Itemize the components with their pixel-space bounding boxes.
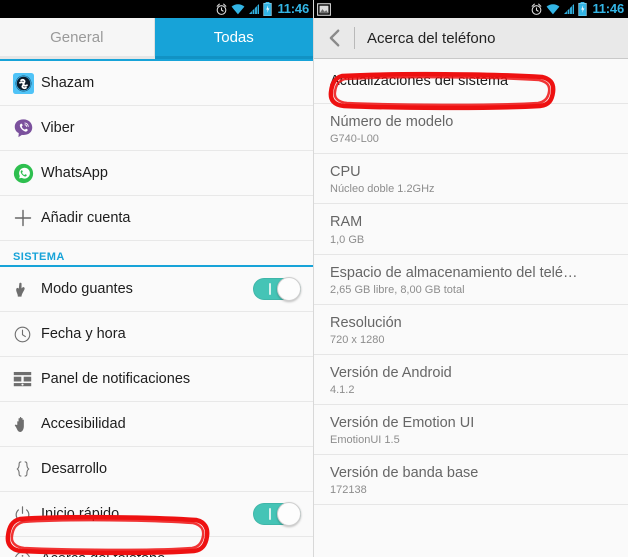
whatsapp-icon (13, 163, 41, 184)
info-row-version-banda-base[interactable]: Versión de banda base 172138 (314, 455, 628, 506)
info-row-value: 720 x 1280 (330, 333, 385, 346)
right-status-right-icons: 11:46 (530, 0, 624, 18)
list-item-label: WhatsApp (41, 165, 108, 181)
viber-icon (13, 118, 41, 139)
right-status-left-icons (317, 2, 331, 16)
info-row-title: Número de modelo (330, 114, 454, 131)
info-row-modelo[interactable]: Número de modelo G740-L00 (314, 104, 628, 155)
section-header-sistema: SISTEMA (0, 241, 313, 267)
info-row-value: 4.1.2 (330, 383, 355, 396)
toggle-bar (269, 508, 271, 520)
wifi-icon (547, 4, 560, 15)
signal-icon (564, 4, 575, 14)
tab-todas-label: Todas (213, 28, 254, 46)
info-row-value: 2,65 GB libre, 8,00 GB total (330, 283, 465, 296)
info-row-title: Resolución (330, 314, 402, 331)
signal-icon (249, 4, 260, 14)
battery-icon (578, 2, 588, 16)
list-item-accesibilidad[interactable]: Accesibilidad (0, 402, 313, 447)
list-item-label: Añadir cuenta (41, 210, 131, 226)
list-item-add-account[interactable]: Añadir cuenta (0, 196, 313, 241)
left-phone-screen: 11:46 General Todas Shazam Viber WhatsAp… (0, 0, 314, 557)
settings-tab-bar: General Todas (0, 18, 313, 59)
info-row-almacenamiento[interactable]: Espacio de almacenamiento del telé… 2,65… (314, 254, 628, 305)
list-item-label: Panel de notificaciones (41, 371, 191, 387)
info-icon (13, 550, 41, 557)
info-row-version-android[interactable]: Versión de Android 4.1.2 (314, 354, 628, 405)
info-row-ram[interactable]: RAM 1,0 GB (314, 204, 628, 255)
tab-general-label: General (50, 28, 104, 46)
list-item-title: Actualizaciones del sistema (330, 73, 509, 89)
list-item-actualizaciones-del-sistema[interactable]: Actualizaciones del sistema (314, 59, 628, 105)
info-row-version-emotion-ui[interactable]: Versión de Emotion UI EmotionUI 1.5 (314, 404, 628, 455)
settings-list: Shazam Viber WhatsApp Añadir cuenta SIST… (0, 61, 313, 557)
info-row-resolucion[interactable]: Resolución 720 x 1280 (314, 304, 628, 355)
wifi-icon (232, 4, 245, 15)
info-row-cpu[interactable]: CPU Núcleo doble 1.2GHz (314, 154, 628, 205)
toggle-modo-guantes[interactable] (253, 277, 301, 301)
clock-icon (13, 325, 41, 344)
list-item-viber[interactable]: Viber (0, 106, 313, 151)
info-row-value: 172138 (330, 484, 367, 497)
right-status-time: 11:46 (592, 1, 624, 16)
list-item-desarrollo[interactable]: Desarrollo (0, 447, 313, 492)
tab-todas[interactable]: Todas (154, 18, 313, 59)
list-item-label: Modo guantes (41, 281, 133, 297)
right-status-bar: 11:46 (314, 0, 628, 18)
list-item-label: Viber (41, 120, 75, 136)
toggle-knob (277, 277, 301, 301)
list-item-label: Inicio rápido (41, 506, 120, 522)
hand-icon (13, 415, 41, 434)
about-phone-list: Actualizaciones del sistema Número de mo… (314, 59, 628, 506)
left-status-right-icons: 11:46 (215, 0, 309, 18)
power-icon (13, 505, 41, 524)
dual-screenshot-container: 11:46 General Todas Shazam Viber WhatsAp… (0, 0, 628, 557)
list-item-acerca-del-telefono[interactable]: Acerca del teléfono (0, 537, 313, 557)
toggle-inicio-rapido[interactable] (253, 502, 301, 526)
list-item-label: Accesibilidad (41, 416, 126, 432)
toggle-knob (277, 502, 301, 526)
list-item-label: Shazam (41, 75, 95, 91)
page-title: Acerca del teléfono (367, 29, 496, 47)
info-row-value: 1,0 GB (330, 233, 365, 246)
action-bar: Acerca del teléfono (314, 18, 628, 59)
list-item-label: Fecha y hora (41, 326, 126, 342)
left-status-time: 11:46 (277, 1, 309, 16)
alarm-icon (217, 3, 227, 15)
info-row-title: Espacio de almacenamiento del telé… (330, 264, 578, 281)
list-item-label: Acerca del teléfono (41, 551, 301, 557)
screenshot-icon (317, 2, 331, 16)
list-item-whatsapp[interactable]: WhatsApp (0, 151, 313, 196)
info-row-title: Versión de Android (330, 364, 452, 381)
list-item-inicio-rapido[interactable]: Inicio rápido (0, 492, 313, 537)
back-chevron-icon[interactable] (324, 27, 346, 49)
info-row-title: Versión de Emotion UI (330, 414, 475, 431)
list-item-shazam[interactable]: Shazam (0, 61, 313, 106)
glove-icon (13, 280, 41, 299)
battery-icon (263, 2, 273, 16)
shazam-icon (13, 72, 41, 94)
section-header-label: SISTEMA (13, 251, 65, 263)
info-row-value: Núcleo doble 1.2GHz (330, 183, 435, 196)
action-bar-divider (354, 27, 355, 49)
info-row-title: Versión de banda base (330, 465, 479, 481)
list-item-panel-notificaciones[interactable]: Panel de notificaciones (0, 357, 313, 402)
info-row-value: G740-L00 (330, 133, 379, 146)
info-row-value: EmotionUI 1.5 (330, 434, 400, 446)
info-row-title: CPU (330, 164, 361, 181)
list-item-fecha-y-hora[interactable]: Fecha y hora (0, 312, 313, 357)
right-phone-screen: 11:46 Acerca del teléfono Actualizacione… (314, 0, 628, 557)
info-row-title: RAM (330, 214, 363, 231)
braces-icon (13, 459, 41, 479)
tab-general[interactable]: General (0, 18, 155, 59)
left-status-bar: 11:46 (0, 0, 313, 18)
list-item-modo-guantes[interactable]: Modo guantes (0, 267, 313, 312)
plus-icon (13, 208, 41, 228)
toggle-bar (269, 283, 271, 295)
notification-panel-icon (13, 371, 41, 388)
alarm-icon (532, 3, 542, 15)
list-item-label: Desarrollo (41, 461, 108, 477)
